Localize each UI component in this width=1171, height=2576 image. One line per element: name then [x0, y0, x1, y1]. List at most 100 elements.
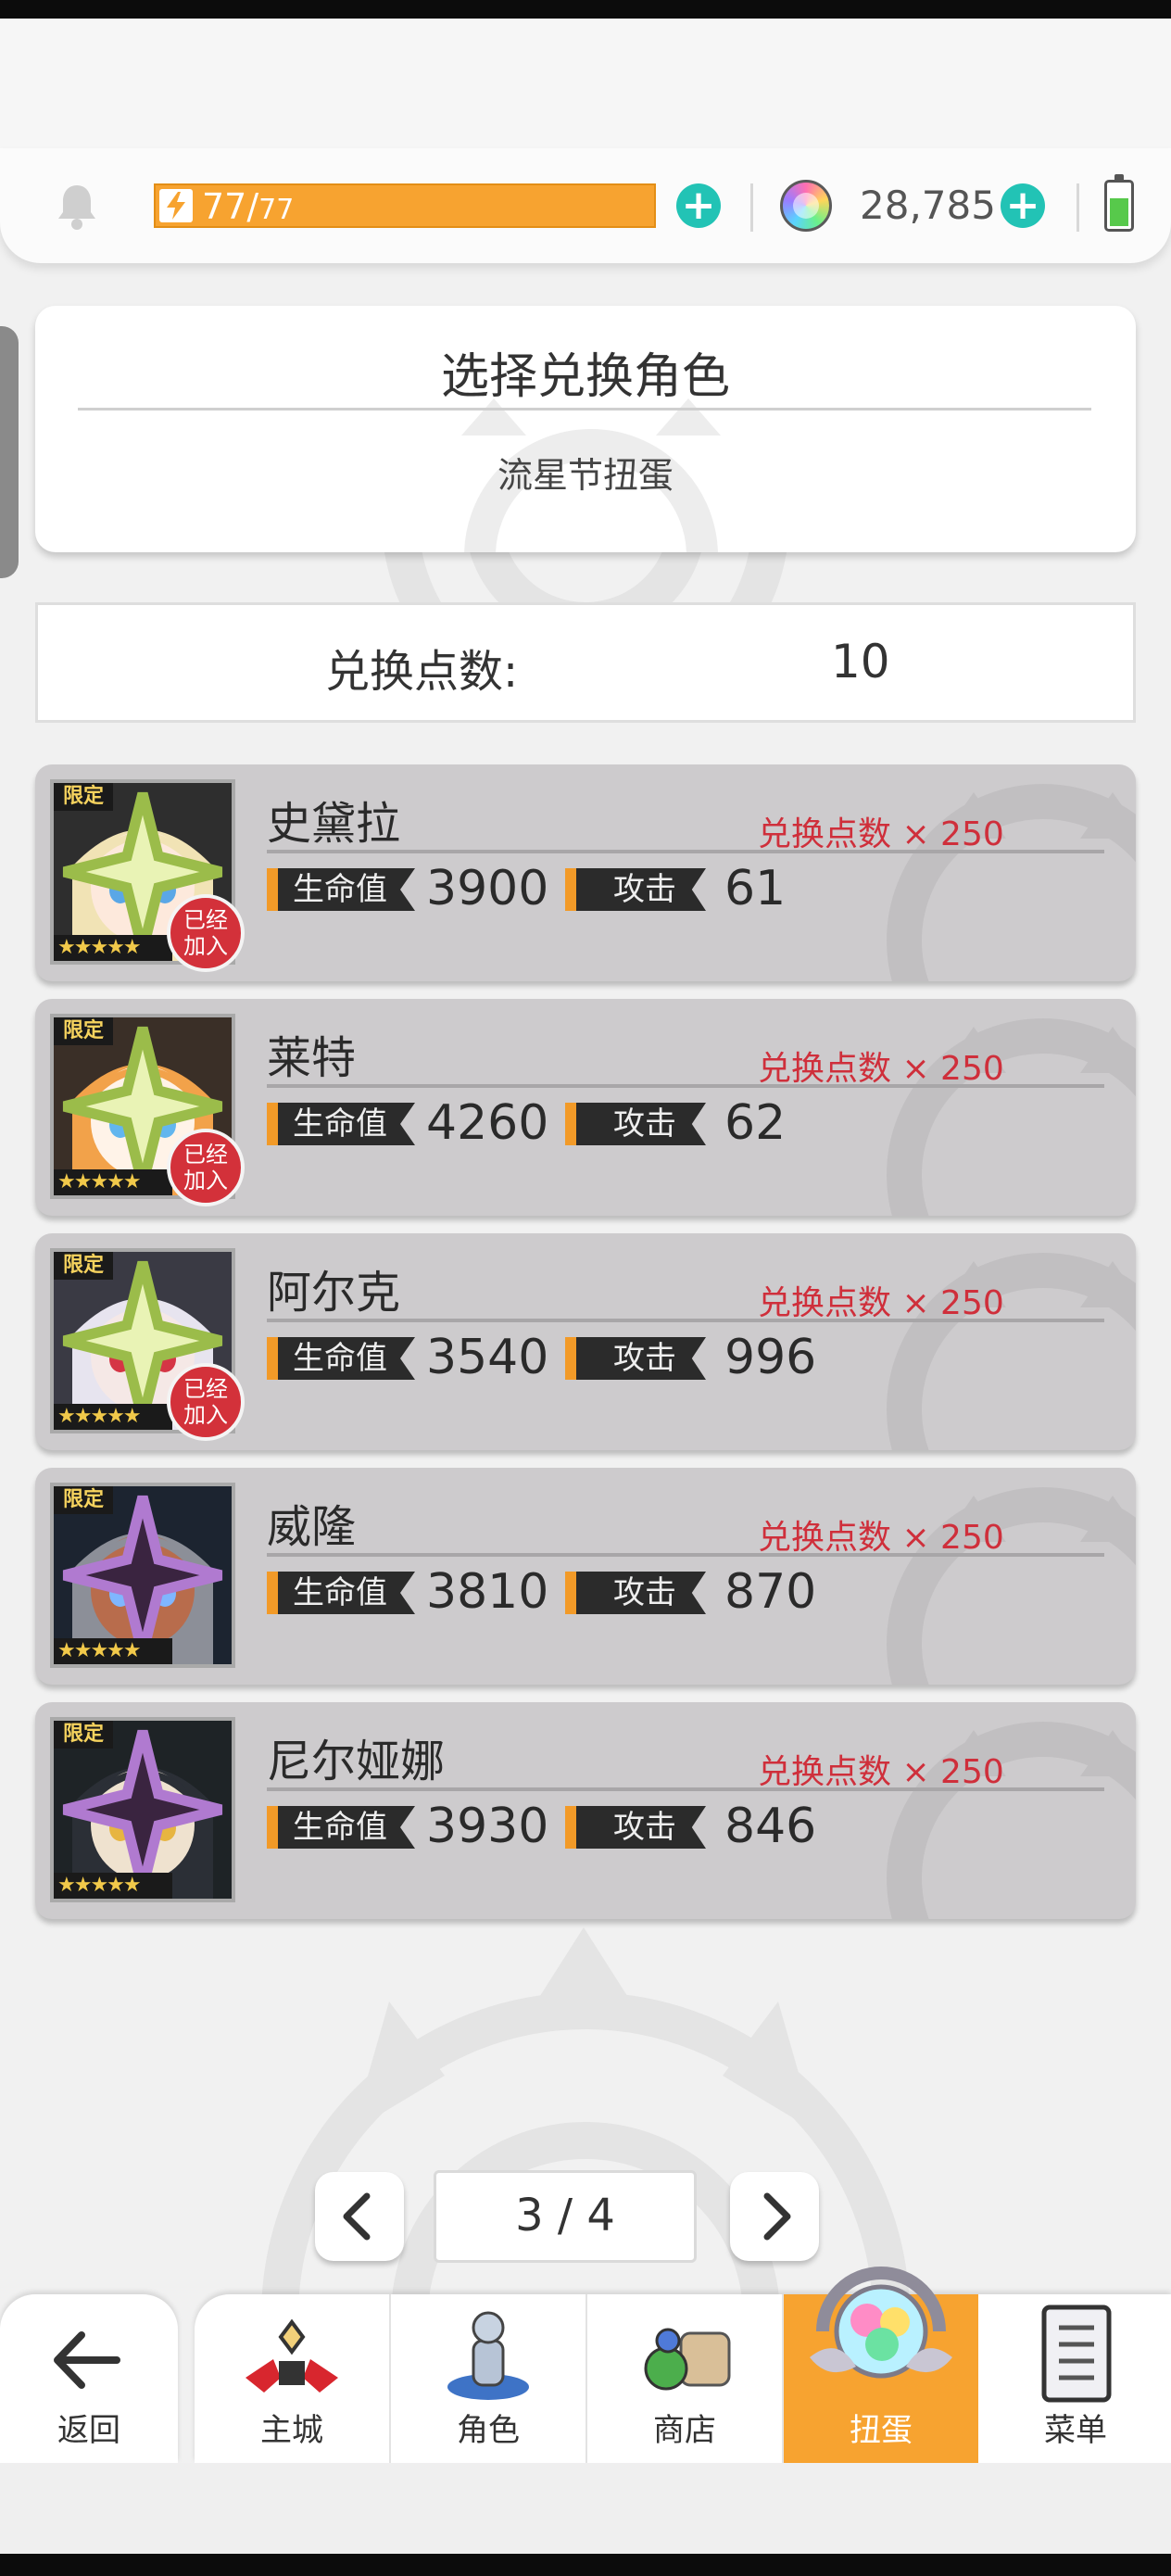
exchange-cost: 兑换点数 × 250: [758, 815, 1004, 853]
row-watermark: [887, 1018, 1136, 1216]
rarity-stars: ★★★★★: [54, 1169, 172, 1195]
stamina-bar: 77/77: [154, 183, 656, 228]
header-card: 选择兑换角色 流星节扭蛋: [35, 306, 1136, 552]
shop-icon: [644, 2328, 731, 2391]
menu-icon: [1041, 2305, 1112, 2403]
character-row[interactable]: 限定 ★★★★★ 已经 加入 莱特 兑换点数 × 250 生命值 4260 攻击 …: [35, 999, 1136, 1216]
character-portrait[interactable]: 限定 ★★★★★: [50, 1483, 235, 1668]
resource-bar: 77/77 + 28,785 +: [0, 148, 1171, 263]
nav-label: 角色: [457, 2412, 520, 2449]
bottom-bar: [0, 2463, 1171, 2554]
title-divider: [78, 408, 1091, 410]
atk-label: 攻击: [565, 1103, 706, 1145]
nav-item-character[interactable]: 角色: [391, 2294, 586, 2463]
hp-label: 生命值: [267, 1572, 415, 1614]
character-row[interactable]: 限定 ★★★★★ 已经 加入 史黛拉 兑换点数 × 250 生命值 3900 攻击…: [35, 764, 1136, 981]
battery-icon: [1104, 174, 1134, 232]
nav-label: 菜单: [1044, 2412, 1107, 2449]
character-portrait[interactable]: 限定 ★★★★★: [50, 1717, 235, 1902]
page-title: 选择兑换角色: [440, 349, 730, 405]
character-name: 威隆: [267, 1501, 357, 1553]
character-name: 史黛拉: [267, 798, 401, 850]
castle-icon: [246, 2318, 338, 2393]
back-arrow-icon: [54, 2331, 120, 2389]
page-indicator: 3 / 4: [434, 2170, 697, 2263]
hp-value: 4260: [426, 1095, 549, 1151]
nav-label: 扭蛋: [850, 2412, 913, 2449]
joined-badge: 已经 加入: [167, 1129, 245, 1206]
character-name: 阿尔克: [267, 1267, 401, 1319]
bell-icon[interactable]: [54, 182, 100, 232]
add-gems-button[interactable]: +: [1001, 183, 1045, 228]
chevron-left-icon: [343, 2192, 371, 2241]
atk-value: 61: [724, 861, 787, 916]
back-button[interactable]: 返回: [0, 2294, 178, 2463]
hp-label: 生命值: [267, 868, 415, 911]
rainbow-gem-icon: [780, 180, 832, 232]
exchange-cost: 兑换点数 × 250: [758, 1519, 1004, 1557]
name-divider: [267, 1319, 1104, 1322]
character-name: 莱特: [267, 1032, 357, 1084]
name-divider: [267, 1787, 1104, 1791]
exchange-points-label: 兑换点数:: [325, 646, 519, 698]
row-watermark: [887, 1487, 1136, 1685]
atk-value: 62: [724, 1095, 787, 1151]
gacha-icon: [810, 2267, 952, 2379]
rarity-stars: ★★★★★: [54, 1873, 172, 1899]
add-stamina-button[interactable]: +: [676, 183, 721, 228]
row-watermark: [887, 784, 1136, 981]
nav-item-gacha[interactable]: 扭蛋: [784, 2267, 978, 2463]
nav-label: 商店: [653, 2412, 716, 2449]
name-divider: [267, 1084, 1104, 1088]
nav-item-menu[interactable]: 菜单: [978, 2294, 1171, 2463]
atk-label: 攻击: [565, 1806, 706, 1849]
hp-value: 3900: [426, 861, 549, 916]
nav-label: 主城: [260, 2412, 323, 2449]
character-name: 尼尔娅娜: [267, 1736, 446, 1787]
hp-label: 生命值: [267, 1806, 415, 1849]
row-watermark: [887, 1722, 1136, 1919]
nav-item-shop[interactable]: 商店: [587, 2294, 782, 2463]
divider: [750, 183, 753, 232]
atk-value: 846: [724, 1799, 817, 1854]
character-row[interactable]: 限定 ★★★★★ 尼尔娅娜 兑换点数 × 250 生命值 3930 攻击 846: [35, 1702, 1136, 1919]
hp-value: 3540: [426, 1330, 549, 1385]
exchange-cost: 兑换点数 × 250: [758, 1284, 1004, 1322]
hp-label: 生命值: [267, 1337, 415, 1380]
exchange-points-value: 10: [831, 635, 890, 688]
atk-label: 攻击: [565, 1572, 706, 1614]
character-row[interactable]: 限定 ★★★★★ 已经 加入 阿尔克 兑换点数 × 250 生命值 3540 攻击…: [35, 1233, 1136, 1450]
back-label: 返回: [57, 2412, 120, 2449]
side-drawer-handle[interactable]: [0, 326, 19, 578]
page-subtitle: 流星节扭蛋: [497, 455, 674, 496]
status-area: [0, 19, 1171, 148]
name-divider: [267, 1553, 1104, 1557]
plus-icon: +: [681, 182, 716, 229]
hp-value: 3810: [426, 1564, 549, 1620]
divider: [1077, 183, 1079, 232]
joined-badge: 已经 加入: [167, 1363, 245, 1441]
row-watermark: [887, 1253, 1136, 1450]
rarity-stars: ★★★★★: [54, 1404, 172, 1430]
bottom-nav: 主城 角色 商店 扭蛋 菜单: [195, 2267, 1171, 2463]
atk-label: 攻击: [565, 1337, 706, 1380]
stamina-value: 77/77: [202, 186, 295, 227]
name-divider: [267, 850, 1104, 853]
atk-label: 攻击: [565, 868, 706, 911]
prev-page-button[interactable]: [315, 2172, 404, 2261]
nav-item-town[interactable]: 主城: [195, 2294, 389, 2463]
status-bar-top: [0, 0, 1171, 19]
hp-value: 3930: [426, 1799, 549, 1854]
atk-value: 870: [724, 1564, 817, 1620]
hp-label: 生命值: [267, 1103, 415, 1145]
gem-count: 28,785: [860, 183, 996, 228]
joined-badge: 已经 加入: [167, 894, 245, 972]
exchange-cost: 兑换点数 × 250: [758, 1753, 1004, 1791]
exchange-points-box: 兑换点数: 10: [35, 602, 1136, 723]
rarity-stars: ★★★★★: [54, 935, 172, 961]
exchange-cost: 兑换点数 × 250: [758, 1050, 1004, 1088]
rarity-stars: ★★★★★: [54, 1638, 172, 1664]
character-row[interactable]: 限定 ★★★★★ 威隆 兑换点数 × 250 生命值 3810 攻击 870: [35, 1468, 1136, 1685]
character-icon: [447, 2311, 529, 2400]
bolt-icon: [159, 189, 193, 222]
